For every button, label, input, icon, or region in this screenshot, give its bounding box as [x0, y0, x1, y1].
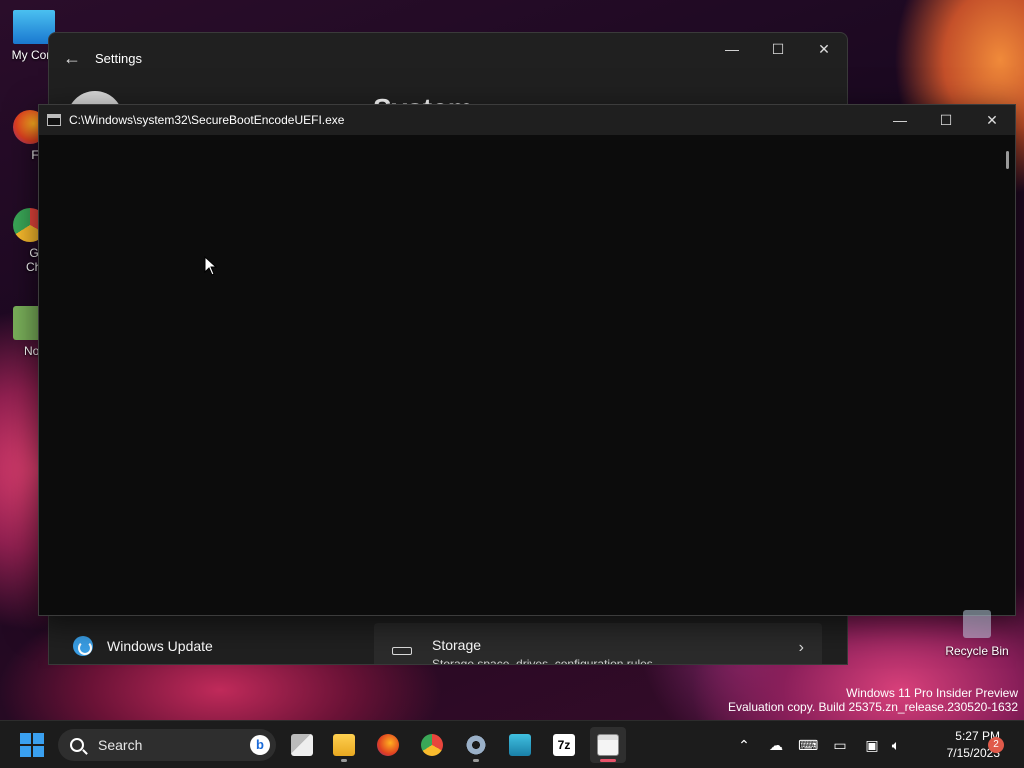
console-app-icon [47, 114, 61, 126]
windows-logo-icon [20, 733, 31, 744]
onedrive-offline-icon[interactable]: ☁ [766, 735, 786, 755]
taskbar-app-file-explorer[interactable] [326, 727, 362, 763]
minimize-button[interactable]: — [709, 33, 755, 65]
close-button[interactable]: ✕ [969, 105, 1015, 135]
notification-badge[interactable]: 2 [988, 737, 1004, 753]
console-title: C:\Windows\system32\SecureBootEncodeUEFI… [69, 113, 345, 127]
watermark-line: Windows 11 Pro Insider Preview [846, 686, 1018, 700]
volume-icon[interactable]: 🔈︎ [886, 735, 906, 755]
clock-time: 5:27 PM [955, 729, 1000, 743]
running-indicator [341, 759, 347, 762]
scrollbar-thumb[interactable] [1006, 151, 1009, 169]
active-indicator [600, 759, 616, 762]
folder-icon [333, 734, 355, 756]
close-button[interactable]: ✕ [801, 33, 847, 65]
settings-titlebar[interactable]: ← Settings — ☐ ✕ [49, 33, 847, 83]
taskbar-clock[interactable]: 5:27 PM 7/15/2023 [910, 728, 1000, 762]
taskbar-app-keyboard[interactable] [502, 727, 538, 763]
desktop-icon-label: Recycle Bin [945, 644, 1009, 658]
settings-window-controls: — ☐ ✕ [709, 33, 847, 65]
evaluation-watermark: Windows 11 Pro Insider Preview Evaluatio… [728, 686, 1018, 714]
start-button[interactable] [20, 733, 44, 757]
running-indicator [473, 759, 479, 762]
back-arrow-icon[interactable]: ← [49, 48, 95, 69]
clock-date: 7/15/2023 [946, 746, 1000, 760]
windows-logo-icon [33, 733, 44, 744]
search-label: Search [98, 737, 143, 753]
taskbar-app-7zip[interactable]: 7z [546, 727, 582, 763]
network-icon[interactable]: ▣ [862, 735, 882, 755]
taskbar-app-console[interactable] [590, 727, 626, 763]
taskbar: Search b 7z ⌃ ☁ ⌨ ▭ ▣ 🔈︎ 5:27 PM 7/15/20… [0, 720, 1024, 768]
recycle-bin-icon [963, 610, 991, 638]
taskbar-search[interactable]: Search b [58, 729, 276, 761]
sidebar-item-label: Windows Update [107, 638, 213, 654]
settings-title: Settings [95, 50, 142, 66]
search-icon [70, 738, 84, 752]
desktop-icon-recycle-bin[interactable]: Recycle Bin [942, 610, 1012, 658]
taskbar-app-firefox[interactable] [370, 727, 406, 763]
storage-title: Storage [432, 637, 482, 653]
taskbar-app-settings[interactable] [458, 727, 494, 763]
bing-icon[interactable]: b [250, 735, 270, 755]
console-window[interactable]: C:\Windows\system32\SecureBootEncodeUEFI… [38, 104, 1016, 616]
maximize-button[interactable]: ☐ [923, 105, 969, 135]
storage-card[interactable]: Storage Storage space, drives, configura… [374, 623, 822, 665]
watermark-line: Evaluation copy. Build 25375.zn_release.… [728, 700, 1018, 714]
task-view-icon [291, 734, 313, 756]
console-output[interactable] [39, 135, 1015, 615]
touchpad-icon[interactable]: ▭ [830, 735, 850, 755]
chrome-icon [421, 734, 443, 756]
firefox-icon [377, 734, 399, 756]
console-window-controls: — ☐ ✕ [877, 105, 1015, 135]
windows-logo-icon [33, 746, 44, 757]
chevron-up-icon[interactable]: ⌃ [734, 735, 754, 755]
keyboard-icon[interactable]: ⌨ [798, 735, 818, 755]
storage-drive-icon [392, 647, 412, 655]
windows-update-icon [73, 636, 93, 656]
maximize-button[interactable]: ☐ [755, 33, 801, 65]
console-app-icon [597, 734, 619, 756]
taskbar-app-chrome[interactable] [414, 727, 450, 763]
storage-subtitle: Storage space, drives, configuration rul… [432, 657, 653, 665]
taskbar-app-task-view[interactable] [284, 727, 320, 763]
chevron-right-icon: › [798, 639, 804, 656]
7zip-icon: 7z [553, 734, 575, 756]
console-titlebar[interactable]: C:\Windows\system32\SecureBootEncodeUEFI… [39, 105, 1015, 135]
windows-logo-icon [20, 746, 31, 757]
gear-icon [465, 734, 487, 756]
sidebar-item-windows-update[interactable]: Windows Update [73, 636, 213, 656]
keyboard-app-icon [509, 734, 531, 756]
minimize-button[interactable]: — [877, 105, 923, 135]
